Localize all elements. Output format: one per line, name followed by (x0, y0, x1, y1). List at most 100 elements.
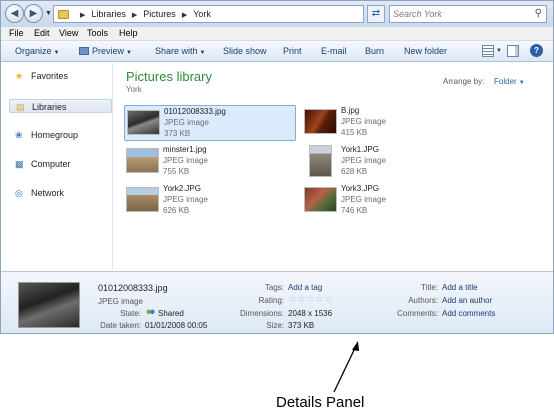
breadcrumb-separator-icon[interactable]: ▶ (176, 12, 193, 19)
chevron-down-icon: ▼ (53, 50, 60, 56)
preview-pane-icon[interactable] (507, 45, 519, 57)
star-icon[interactable]: ☆ (306, 294, 315, 305)
date-taken-value[interactable]: 01/01/2008 00:05 (145, 321, 207, 330)
state-value: Shared (146, 309, 184, 318)
preview-icon (79, 47, 89, 55)
date-taken-label: Date taken: (100, 321, 141, 330)
menu-edit[interactable]: Edit (34, 28, 50, 38)
menu-tools[interactable]: Tools (87, 28, 108, 38)
arrange-by-label: Arrange by: (443, 77, 485, 86)
rating-stars[interactable]: ☆☆☆☆☆ (288, 294, 333, 305)
image-thumbnail (127, 110, 160, 135)
star-icon[interactable]: ☆ (324, 294, 333, 305)
menu-bar: File Edit View Tools Help (1, 27, 553, 41)
breadcrumb-york[interactable]: York (193, 9, 211, 19)
organize-button[interactable]: Organize ▼ (15, 46, 59, 56)
email-button[interactable]: E-mail (321, 46, 347, 56)
file-item[interactable]: York1.JPG JPEG image 628 KB (302, 144, 474, 180)
star-icon[interactable]: ☆ (315, 294, 324, 305)
refresh-button[interactable]: ⇄ (367, 5, 385, 23)
print-button[interactable]: Print (283, 46, 302, 56)
annotation-caption: Details Panel (276, 394, 365, 411)
breadcrumb-libraries[interactable]: Libraries (91, 9, 126, 19)
sidebar-item-label: Homegroup (31, 130, 79, 140)
sidebar-item-label: Favorites (31, 71, 69, 81)
preview-button[interactable]: Preview ▼ (79, 46, 132, 56)
file-size: 746 KB (341, 206, 368, 215)
file-item[interactable]: York3.JPG JPEG image 746 KB (302, 183, 474, 219)
file-type: JPEG image (164, 118, 209, 127)
organize-label: Organize (15, 46, 52, 56)
library-folder-icon: ▤ (16, 102, 25, 112)
authors-field[interactable]: Add an author (442, 296, 492, 305)
chevron-down-icon: ▼ (199, 50, 206, 56)
file-size: 628 KB (341, 167, 368, 176)
sidebar-item-network[interactable]: ◎ Network (9, 186, 112, 200)
forward-button[interactable]: ▶ (24, 4, 43, 23)
file-name: York1.JPG (341, 145, 379, 154)
tags-field[interactable]: Add a tag (288, 283, 322, 292)
recent-pages-dropdown-icon[interactable]: ▼ (45, 10, 52, 17)
file-size: 626 KB (163, 206, 190, 215)
help-icon[interactable]: ? (530, 44, 543, 57)
star-icon: ★ (15, 71, 24, 81)
breadcrumb-separator-icon[interactable]: ▶ (126, 12, 143, 19)
chevron-down-icon: ▼ (518, 80, 525, 86)
chevron-down-icon[interactable]: ▼ (496, 48, 502, 54)
file-name: York2.JPG (163, 184, 201, 193)
command-bar: Organize ▼ Preview ▼ Share with ▼ Slide sho… (1, 41, 553, 62)
file-size: 755 KB (163, 167, 190, 176)
sidebar-item-favorites[interactable]: ★ Favorites (9, 69, 112, 83)
slide-show-button[interactable]: Slide show (223, 46, 267, 56)
title-label: Title: (420, 283, 438, 292)
search-box[interactable]: ⚲ (389, 5, 547, 23)
size-value: 373 KB (288, 321, 315, 330)
dimensions-value: 2048 x 1536 (288, 309, 333, 318)
details-file-type: JPEG image (98, 297, 143, 306)
sidebar-item-label: Network (31, 188, 65, 198)
search-input[interactable] (393, 8, 523, 20)
details-thumbnail (18, 282, 80, 328)
file-type: JPEG image (163, 156, 208, 165)
file-list-area: Pictures library York Arrange by: Folder… (114, 63, 553, 270)
file-item[interactable]: York2.JPG JPEG image 626 KB (124, 183, 296, 219)
image-thumbnail (309, 145, 332, 177)
file-size: 373 KB (164, 129, 191, 138)
change-view-icon[interactable] (482, 45, 494, 57)
burn-button[interactable]: Burn (365, 46, 384, 56)
sidebar-item-libraries[interactable]: ▤ Libraries (9, 99, 112, 113)
file-item[interactable]: 01012008333.jpg JPEG image 373 KB (124, 105, 296, 141)
address-row: ◀ ▶ ▼ ▶Libraries▶Pictures▶York ▼ ⇄ ⚲ (1, 1, 553, 27)
breadcrumb-pictures[interactable]: Pictures (143, 9, 176, 19)
file-item[interactable]: minster1.jpg JPEG image 755 KB (124, 144, 296, 180)
image-thumbnail (126, 148, 159, 173)
image-thumbnail (304, 109, 337, 134)
tags-label: Tags: (264, 283, 284, 292)
breadcrumb-separator-icon[interactable]: ▶ (74, 12, 91, 19)
menu-help[interactable]: Help (119, 28, 138, 38)
star-icon[interactable]: ☆ (297, 294, 306, 305)
menu-view[interactable]: View (59, 28, 78, 38)
file-size: 415 KB (341, 128, 368, 137)
search-icon[interactable]: ⚲ (535, 8, 542, 19)
authors-label: Authors: (408, 296, 438, 305)
address-bar[interactable]: ▶Libraries▶Pictures▶York ▼ (53, 5, 416, 23)
library-location: York (126, 85, 142, 94)
title-field[interactable]: Add a title (442, 283, 478, 292)
new-folder-button[interactable]: New folder (404, 46, 447, 56)
share-with-button[interactable]: Share with ▼ (155, 46, 205, 56)
shared-icon (146, 309, 155, 317)
share-with-label: Share with (155, 46, 198, 56)
comments-field[interactable]: Add comments (442, 309, 495, 318)
breadcrumb: ▶ Libraries ▶ Pictures ▶ York (74, 9, 211, 19)
file-type: JPEG image (163, 195, 208, 204)
rating-label: Rating: (258, 296, 284, 305)
menu-file[interactable]: File (9, 28, 24, 38)
sidebar-item-computer[interactable]: ▩ Computer (9, 157, 112, 171)
back-button[interactable]: ◀ (5, 4, 24, 23)
folder-icon (58, 10, 69, 19)
file-item[interactable]: B.jpg JPEG image 415 KB (302, 105, 474, 141)
star-icon[interactable]: ☆ (288, 294, 297, 305)
sidebar-item-homegroup[interactable]: ❀ Homegroup (9, 128, 112, 142)
arrange-by-dropdown[interactable]: Folder ▼ (494, 77, 525, 86)
